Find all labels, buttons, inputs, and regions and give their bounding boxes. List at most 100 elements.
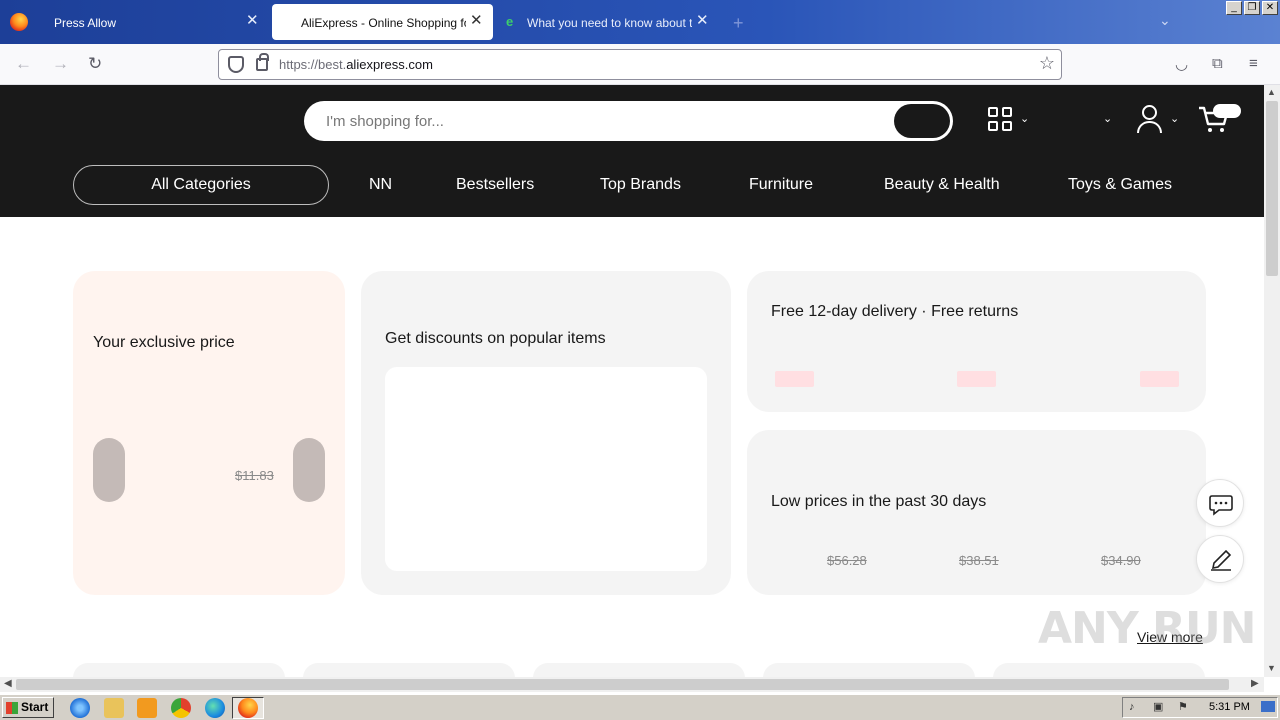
forward-arrow-icon[interactable]: →	[52, 55, 69, 73]
category-link[interactable]: Toys & Games	[1068, 176, 1172, 194]
back-arrow-icon[interactable]: ←	[15, 55, 32, 73]
chat-bubble-icon	[1209, 495, 1233, 516]
folder-icon[interactable]	[104, 698, 124, 718]
url-domain: aliexpress.com	[346, 57, 433, 72]
feedback-button[interactable]	[1196, 535, 1244, 583]
category-bar: All Categories NN Bestsellers Top Brands…	[0, 165, 1264, 205]
tab-label: Press Allow	[54, 16, 117, 30]
network-icon[interactable]: ▣	[1153, 701, 1167, 714]
account-icon[interactable]	[1136, 105, 1164, 133]
category-link[interactable]: Furniture	[749, 176, 813, 194]
internet-explorer-icon[interactable]	[70, 698, 90, 718]
system-tray: ♪ ▣ ⚑ 5:31 PM	[1122, 697, 1278, 718]
free-delivery-card[interactable]: Free 12-day delivery · Free returns	[747, 271, 1206, 412]
scrollbar-thumb[interactable]	[16, 679, 1229, 690]
product-card[interactable]	[763, 663, 975, 677]
extensions-icon[interactable]: ⧉	[1212, 55, 1223, 72]
close-tab-icon[interactable]: ✕	[696, 13, 709, 29]
category-link[interactable]: Bestsellers	[456, 176, 534, 194]
browser-tab-strip: Press Allow ✕ AliExpress - Online Shoppi…	[0, 0, 1280, 44]
pocket-icon[interactable]: ◡	[1175, 55, 1188, 73]
url-prefix: https://best.	[279, 57, 347, 72]
window-controls: _ ❐ ✕	[1226, 1, 1278, 15]
chevron-down-icon[interactable]: ⌄	[1170, 112, 1179, 125]
windows-logo-icon	[6, 702, 18, 714]
card-title: Your exclusive price	[93, 334, 235, 351]
volume-icon[interactable]: ♪	[1129, 701, 1143, 714]
discount-badge	[1140, 371, 1179, 387]
tracking-shield-icon[interactable]	[228, 56, 244, 73]
product-thumbnail[interactable]	[93, 438, 125, 502]
chat-button[interactable]	[1196, 479, 1244, 527]
scroll-up-icon[interactable]: ▲	[1267, 87, 1276, 97]
lock-icon[interactable]	[256, 53, 269, 71]
list-all-tabs-icon[interactable]: ⌄	[1159, 12, 1171, 29]
discount-badge	[957, 371, 996, 387]
scroll-left-icon[interactable]: ◀	[4, 678, 12, 689]
site-favicon-icon: e	[506, 14, 514, 29]
tab-what-you-need[interactable]: e What you need to know about the ✕	[500, 0, 720, 44]
qr-code-icon[interactable]	[988, 107, 1014, 133]
tab-aliexpress[interactable]: AliExpress - Online Shopping for Popular…	[272, 4, 493, 40]
firefox-task-button[interactable]	[232, 697, 264, 719]
chrome-icon[interactable]	[171, 698, 191, 718]
discount-badge	[775, 371, 814, 387]
all-categories-button[interactable]: All Categories	[73, 165, 329, 205]
close-tab-icon[interactable]: ✕	[470, 13, 483, 29]
menu-icon[interactable]: ≡	[1249, 55, 1258, 72]
old-price: $11.83	[235, 468, 274, 483]
vertical-scrollbar[interactable]: ▲ ▼	[1264, 85, 1280, 677]
card-title: Get discounts on popular items	[385, 330, 606, 347]
chevron-down-icon[interactable]: ⌄	[1020, 112, 1029, 125]
address-bar[interactable]: https://best.aliexpress.com ☆	[218, 49, 1062, 80]
card-title: Low prices in the past 30 days	[771, 493, 987, 510]
discounts-card[interactable]: Get discounts on popular items	[361, 271, 731, 595]
card-title: Free 12-day delivery · Free returns	[771, 303, 1019, 320]
old-price: $34.90	[1101, 553, 1141, 568]
low-prices-card[interactable]: Low prices in the past 30 days $56.28 $3…	[747, 430, 1206, 595]
windows-taskbar: Start ♪ ▣ ⚑ 5:31 PM	[0, 694, 1280, 720]
url-text[interactable]: https://best.aliexpress.com	[279, 57, 433, 72]
product-card[interactable]	[533, 663, 745, 677]
chevron-down-icon[interactable]: ⌄	[1103, 112, 1112, 125]
start-button[interactable]: Start	[2, 697, 54, 718]
anyrun-watermark: ANY RUN	[1038, 603, 1256, 654]
reload-icon[interactable]: ↻	[88, 55, 102, 73]
search-input[interactable]	[326, 110, 866, 132]
edge-icon[interactable]	[205, 698, 225, 718]
scroll-right-icon[interactable]: ▶	[1251, 678, 1259, 689]
pencil-icon	[1211, 549, 1232, 571]
category-link[interactable]: Top Brands	[600, 176, 681, 194]
close-tab-icon[interactable]: ✕	[246, 13, 259, 29]
scrollbar-thumb[interactable]	[1266, 101, 1278, 276]
scroll-down-icon[interactable]: ▼	[1267, 663, 1276, 673]
exclusive-price-card[interactable]: Your exclusive price $11.83	[73, 271, 345, 595]
tab-press-allow[interactable]: Press Allow ✕	[42, 0, 270, 44]
firefox-icon	[238, 698, 258, 718]
site-header: ⌄ ⌄ ⌄ All Categories NN Bestsellers Top …	[0, 85, 1264, 217]
media-player-icon[interactable]	[137, 698, 157, 718]
product-thumbnail[interactable]	[293, 438, 325, 502]
flag-icon[interactable]: ⚑	[1178, 701, 1192, 714]
category-link[interactable]: Beauty & Health	[884, 176, 1000, 194]
restore-icon[interactable]: ❐	[1244, 1, 1260, 15]
old-price: $56.28	[827, 553, 867, 568]
category-link[interactable]: NN	[369, 176, 392, 194]
search-bar	[304, 101, 953, 141]
bookmark-star-icon[interactable]: ☆	[1039, 53, 1055, 74]
product-card[interactable]	[993, 663, 1205, 677]
new-tab-icon[interactable]: +	[733, 13, 744, 34]
search-button[interactable]	[894, 104, 950, 138]
minimize-icon[interactable]: _	[1226, 1, 1242, 15]
product-image-placeholder[interactable]	[385, 367, 707, 571]
old-price: $38.51	[959, 553, 999, 568]
horizontal-scrollbar[interactable]: ◀ ▶	[0, 677, 1264, 692]
tab-label: What you need to know about the	[527, 16, 692, 30]
close-window-icon[interactable]: ✕	[1262, 1, 1278, 15]
firefox-icon[interactable]	[10, 13, 28, 31]
cart-count-badge	[1213, 104, 1241, 118]
product-card[interactable]	[73, 663, 285, 677]
product-card[interactable]	[303, 663, 515, 677]
tab-label: AliExpress - Online Shopping for Popular…	[301, 16, 466, 30]
show-desktop-icon[interactable]	[1261, 701, 1275, 712]
